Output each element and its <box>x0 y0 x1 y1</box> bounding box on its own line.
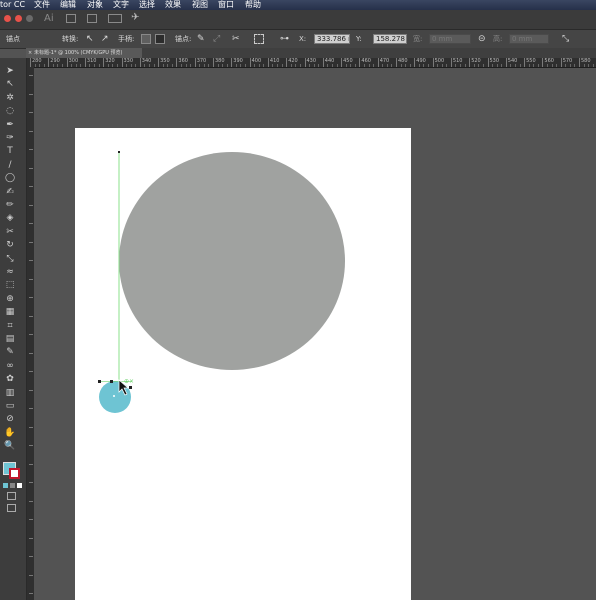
anchor-point-right[interactable] <box>129 386 132 389</box>
center-point <box>113 395 115 397</box>
anchor-point-top[interactable] <box>118 151 120 153</box>
anchor-point-left[interactable] <box>98 380 101 383</box>
canvas-artwork: ⊕× <box>98 151 345 413</box>
blue-circle[interactable] <box>99 381 131 413</box>
gray-circle[interactable] <box>119 152 345 370</box>
anchor-point-mid[interactable] <box>110 380 113 383</box>
smart-guide-label: ⊕× <box>124 378 134 385</box>
